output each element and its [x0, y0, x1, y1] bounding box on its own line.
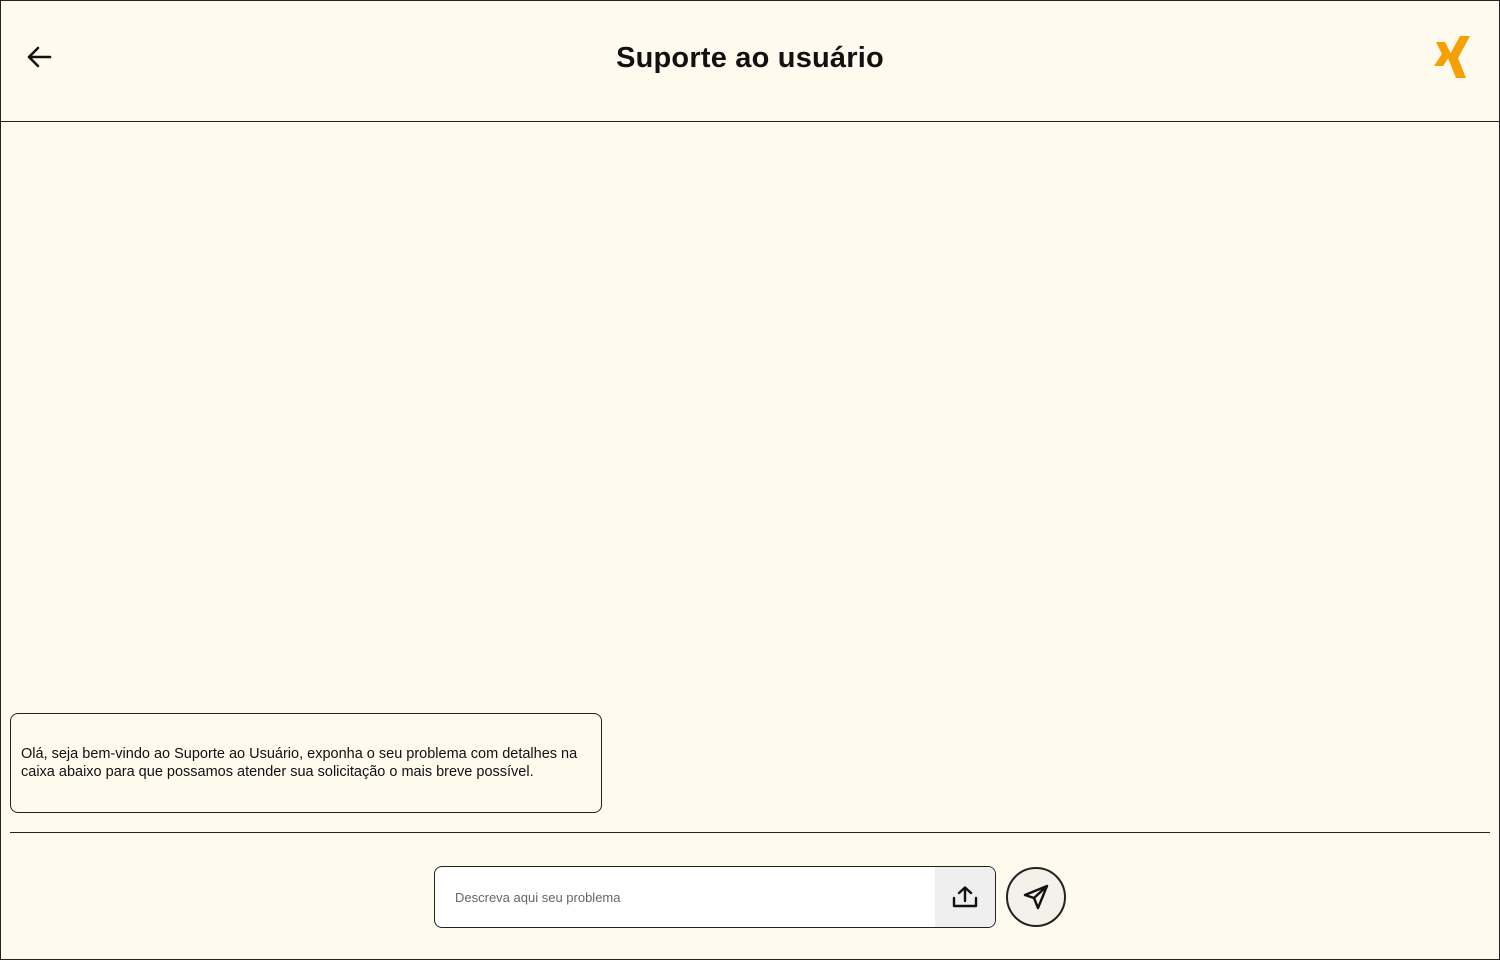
- header: Suporte ao usuário: [0, 0, 1500, 122]
- page-title: Suporte ao usuário: [616, 42, 884, 74]
- welcome-message-text: Olá, seja bem-vindo ao Suporte ao Usuári…: [21, 746, 578, 780]
- message-input[interactable]: [435, 867, 935, 927]
- logo-icon: [1434, 36, 1470, 78]
- message-input-container: [434, 866, 996, 928]
- welcome-message-bubble: Olá, seja bem-vindo ao Suporte ao Usuári…: [10, 713, 602, 813]
- xing-logo[interactable]: [1432, 34, 1476, 80]
- upload-icon: [952, 886, 978, 908]
- send-icon: [1023, 884, 1049, 910]
- composer-divider: [10, 832, 1490, 833]
- send-button[interactable]: [1006, 867, 1066, 927]
- upload-button[interactable]: [935, 867, 995, 927]
